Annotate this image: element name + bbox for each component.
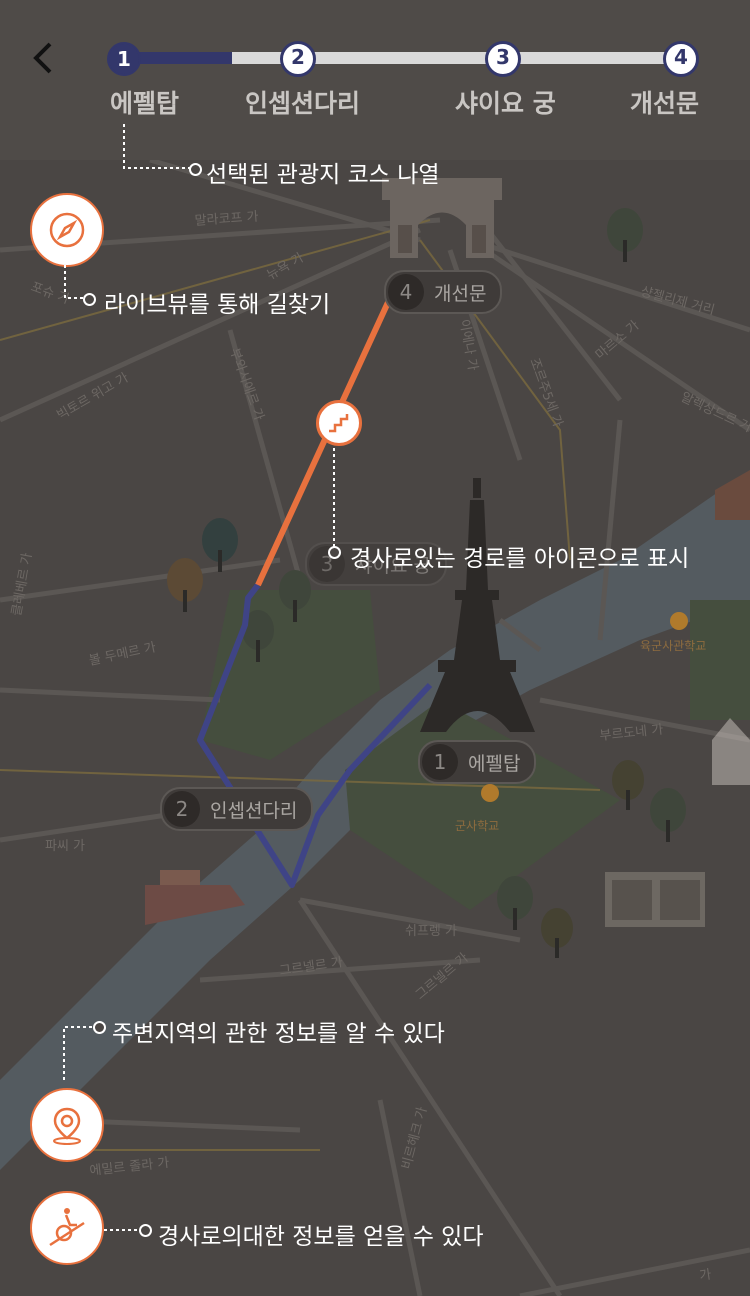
liveview-compass-button[interactable] (30, 193, 104, 267)
compass-icon (49, 212, 85, 248)
annotation-dot (93, 1021, 106, 1034)
map-marker-1[interactable]: 1 에펠탑 (418, 740, 537, 784)
annotation-slope-info: 경사로의대한 정보를 얻을 수 있다 (158, 1224, 484, 1250)
annotation-slope-route: 경사로있는 경로를 아이콘으로 표시 (350, 546, 690, 572)
top-bar (0, 0, 750, 160)
nearby-info-button[interactable] (30, 1088, 104, 1162)
course-step-2[interactable]: 2 (280, 41, 316, 77)
back-chevron-icon[interactable] (22, 36, 66, 80)
location-pin-icon (53, 1107, 81, 1145)
annotation-liveview: 라이브뷰를 통해 길찾기 (104, 292, 331, 318)
map[interactable]: 말라코프 가 포슈 가 뉴욕 가 빅토르 위고 가 부와시에르 가 이에나 가 … (0, 0, 750, 1296)
course-step-3-label[interactable]: 샤이요 궁 (455, 84, 556, 120)
map-marker-2-number: 2 (164, 791, 200, 827)
annotation-course-list: 선택된 관광지 코스 나열 (206, 162, 440, 188)
annotation-dot (328, 546, 341, 559)
slope-route-stairs-icon[interactable] (316, 400, 362, 446)
svg-text:육군사관학교: 육군사관학교 (640, 639, 706, 653)
wheelchair-slope-icon (49, 1208, 85, 1247)
course-step-2-label[interactable]: 인셉션다리 (245, 84, 360, 120)
park-east (690, 600, 750, 720)
slope-info-button[interactable] (30, 1191, 104, 1265)
map-marker-4-label: 개선문 (434, 282, 487, 305)
poi-military-school: 군사학교 (455, 819, 499, 833)
course-step-1[interactable]: 1 (107, 42, 141, 76)
annotation-dot (139, 1224, 152, 1237)
map-marker-1-label: 에펠탑 (468, 752, 521, 775)
map-marker-4[interactable]: 4 개선문 (384, 270, 503, 314)
svg-text:쉬프렝 가: 쉬프렝 가 (405, 924, 457, 939)
svg-text:파씨 가: 파씨 가 (45, 839, 85, 854)
map-marker-2[interactable]: 2 인셉션다리 (160, 787, 314, 831)
course-step-4[interactable]: 4 (663, 41, 699, 77)
map-marker-4-number: 4 (388, 274, 424, 310)
annotation-nearby-info: 주변지역의 관한 정보를 알 수 있다 (112, 1021, 445, 1047)
svg-text:가: 가 (698, 1267, 712, 1284)
annotation-dot (83, 293, 96, 306)
annotation-dot (189, 163, 202, 176)
map-marker-2-label: 인셉션다리 (210, 799, 298, 822)
course-step-4-label[interactable]: 개선문 (630, 84, 699, 120)
map-marker-1-number: 1 (422, 744, 458, 780)
course-step-1-label[interactable]: 에펠탑 (110, 84, 179, 120)
course-step-3[interactable]: 3 (485, 41, 521, 77)
